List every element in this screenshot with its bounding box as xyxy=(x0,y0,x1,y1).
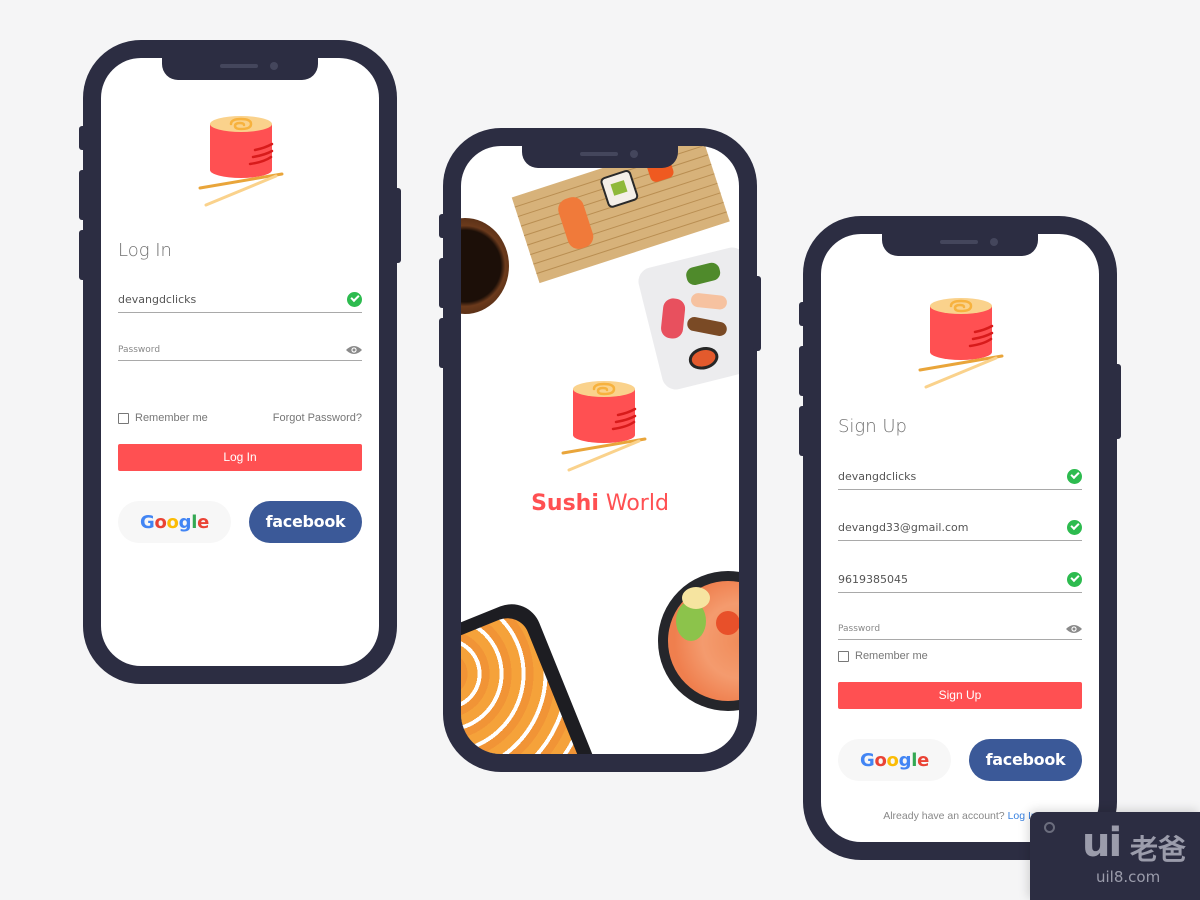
email-value: devangd33@gmail.com xyxy=(838,521,969,534)
facebook-signup-button[interactable]: facebook xyxy=(969,739,1082,781)
check-circle-icon xyxy=(1067,520,1082,535)
google-login-button[interactable]: Google xyxy=(118,501,231,543)
signup-button[interactable]: Sign Up xyxy=(838,682,1082,709)
signup-screen: Sign Up devangdclicks devangd33@gmail.co… xyxy=(821,234,1099,842)
email-field[interactable]: devangd33@gmail.com xyxy=(838,515,1082,541)
phone-value: 9619385045 xyxy=(838,573,908,586)
remember-me[interactable]: Remember me xyxy=(118,412,208,424)
brand-name: Sushi World xyxy=(461,491,739,516)
username-value: devangdclicks xyxy=(838,470,917,483)
notch xyxy=(522,146,678,168)
side-button xyxy=(79,230,87,280)
side-button xyxy=(799,346,807,396)
watermark-logo: ui xyxy=(1082,820,1122,866)
phone-login: Log In devangdclicks Password Remember m… xyxy=(79,40,401,684)
remember-checkbox[interactable] xyxy=(838,650,849,662)
check-circle-icon xyxy=(1067,469,1082,484)
eye-icon[interactable] xyxy=(1066,624,1082,634)
splash-screen: Sushi World xyxy=(461,146,739,754)
username-value: devangdclicks xyxy=(118,293,197,306)
eye-icon[interactable] xyxy=(346,345,362,355)
side-button xyxy=(439,214,447,238)
remember-me[interactable]: Remember me xyxy=(838,650,928,662)
notch xyxy=(882,234,1038,256)
check-circle-icon xyxy=(1067,572,1082,587)
side-button xyxy=(753,276,761,351)
sushi-roll-tray-image xyxy=(461,595,603,754)
side-button xyxy=(79,170,87,220)
check-circle-icon xyxy=(347,292,362,307)
remember-checkbox[interactable] xyxy=(118,412,129,424)
facebook-login-button[interactable]: facebook xyxy=(249,501,362,543)
login-button[interactable]: Log In xyxy=(118,444,362,471)
badge-hole xyxy=(1044,822,1055,833)
forgot-password-link[interactable]: Forgot Password? xyxy=(273,412,362,424)
phone-signup: Sign Up devangdclicks devangd33@gmail.co… xyxy=(799,216,1121,860)
notch xyxy=(162,58,318,80)
watermark-logo-cn: 老爸 xyxy=(1130,834,1187,865)
login-screen: Log In devangdclicks Password Remember m… xyxy=(101,58,379,666)
login-prompt-text: Already have an account? xyxy=(883,810,1005,822)
side-button xyxy=(799,302,807,326)
phone-field[interactable]: 9619385045 xyxy=(838,567,1082,593)
password-field[interactable]: Password xyxy=(118,335,362,361)
side-button xyxy=(439,318,447,368)
username-field[interactable]: devangdclicks xyxy=(118,287,362,313)
brand-name-bold: Sushi xyxy=(531,491,599,516)
google-signup-button[interactable]: Google xyxy=(838,739,951,781)
side-button xyxy=(439,258,447,308)
sushi-logo-icon xyxy=(558,379,648,479)
remember-label: Remember me xyxy=(135,412,208,424)
side-button xyxy=(393,188,401,263)
sushi-logo-icon xyxy=(195,114,285,214)
password-placeholder: Password xyxy=(838,624,881,634)
nigiri-plate-image xyxy=(635,244,739,393)
phone-splash: Sushi World xyxy=(439,128,761,772)
side-button xyxy=(1113,364,1121,439)
username-field[interactable]: devangdclicks xyxy=(838,464,1082,490)
side-button xyxy=(799,406,807,456)
watermark-url: uil8.com xyxy=(1096,868,1161,886)
page-title: Log In xyxy=(118,240,172,261)
password-placeholder: Password xyxy=(118,345,161,355)
remember-label: Remember me xyxy=(855,650,928,662)
page-title: Sign Up xyxy=(838,416,907,437)
side-button xyxy=(79,126,87,150)
brand-name-light: World xyxy=(605,491,669,516)
password-field[interactable]: Password xyxy=(838,614,1082,640)
watermark-badge: ui 老爸 uil8.com xyxy=(1030,812,1200,900)
salmon-poke-bowl-image xyxy=(658,571,739,711)
sushi-logo-icon xyxy=(915,296,1005,396)
